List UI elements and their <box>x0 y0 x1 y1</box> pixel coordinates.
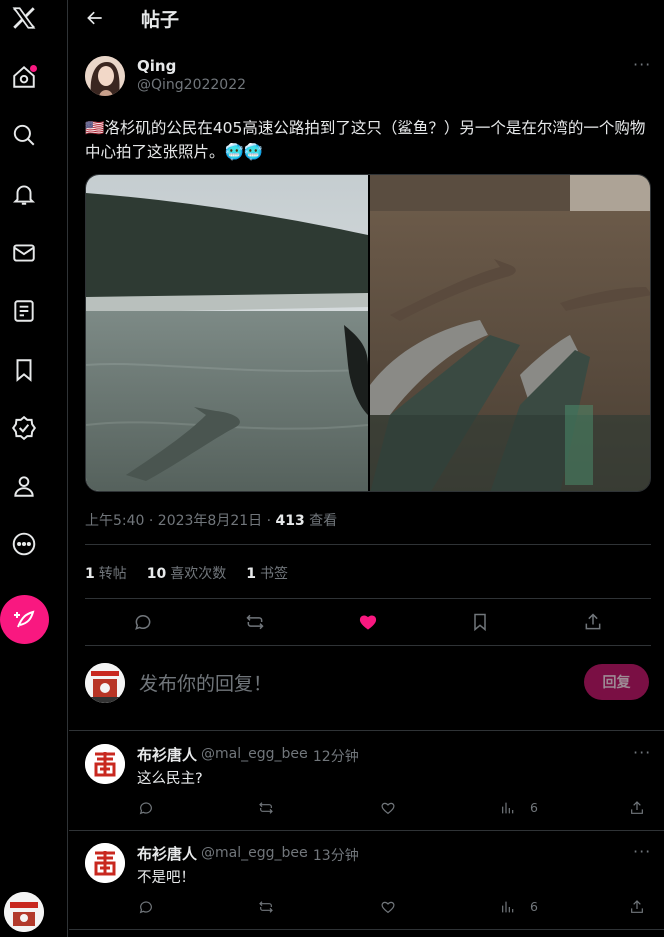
commenter-avatar[interactable] <box>85 843 125 883</box>
verified-icon[interactable] <box>0 404 48 452</box>
post-text: 🇺🇸洛杉矶的公民在405高速公路拍到了这只（鲨鱼？）另一个是在尔湾的一个购物中心… <box>85 116 655 164</box>
divider <box>69 929 664 930</box>
reply-icon[interactable] <box>131 610 155 634</box>
mall-shark-image[interactable] <box>370 175 650 491</box>
comment-more-icon[interactable]: ··· <box>633 844 655 863</box>
comment-like-icon[interactable] <box>379 898 397 916</box>
comment-reply-icon[interactable] <box>137 799 155 817</box>
bookmark-icon[interactable] <box>468 610 492 634</box>
my-avatar[interactable] <box>4 892 44 932</box>
notification-dot <box>30 65 37 72</box>
comment-text: 不是吧！ <box>137 870 195 886</box>
cold-face-emoji: 🥶🥶 <box>224 143 264 161</box>
divider <box>85 598 651 599</box>
compose-button[interactable] <box>0 595 49 644</box>
post-time[interactable]: 上午5:40 · 2023年8月21日 · <box>85 513 276 529</box>
more-icon[interactable] <box>0 520 48 568</box>
author-handle[interactable]: @Qing2022022 <box>137 77 246 93</box>
bookmark-icon[interactable] <box>0 346 48 394</box>
lists-icon[interactable] <box>0 287 48 335</box>
nav-rail <box>0 0 68 937</box>
reply-button[interactable]: 回复 <box>584 664 649 700</box>
engagement-stats: 1 转帖 10 喜欢次数 1 书签 <box>85 563 288 583</box>
divider <box>69 730 664 731</box>
us-flag-icon: 🇺🇸 <box>85 119 105 137</box>
view-label: 查看 <box>304 513 338 529</box>
comment-repost-icon[interactable] <box>257 799 275 817</box>
divider <box>69 830 664 831</box>
post-timestamp[interactable]: 上午5:40 · 2023年8月21日 · 413 查看 <box>85 510 337 530</box>
author-name[interactable]: Qing <box>137 57 176 75</box>
commenter-name[interactable]: 布衫唐人 <box>137 744 197 765</box>
post-more-icon[interactable]: ··· <box>633 57 655 76</box>
repost-icon[interactable] <box>243 610 267 634</box>
divider <box>85 645 651 646</box>
search-icon[interactable] <box>0 111 48 159</box>
home-icon[interactable] <box>0 53 48 101</box>
comment-more-icon[interactable]: ··· <box>633 745 655 764</box>
post-body: 洛杉矶的公民在405高速公路拍到了这只（鲨鱼？）另一个是在尔湾的一个购物中心拍了… <box>85 119 646 161</box>
comment-reply-icon[interactable] <box>137 898 155 916</box>
bell-icon[interactable] <box>0 170 48 218</box>
comment-like-icon[interactable] <box>379 799 397 817</box>
highway-shark-image[interactable] <box>86 175 369 491</box>
comment-repost-icon[interactable] <box>257 898 275 916</box>
likes-stat[interactable]: 10 喜欢次数 <box>147 563 226 583</box>
comment-share-icon[interactable] <box>628 898 646 916</box>
author-avatar[interactable] <box>85 56 125 96</box>
commenter-handle[interactable]: @mal_egg_bee <box>201 845 308 861</box>
reposts-stat[interactable]: 1 转帖 <box>85 563 127 583</box>
compose-icon <box>13 610 34 627</box>
commenter-name[interactable]: 布衫唐人 <box>137 843 197 864</box>
view-count: 413 <box>275 513 305 529</box>
commenter-handle[interactable]: @mal_egg_bee <box>201 746 308 762</box>
comment-text: 这么民主? <box>137 771 203 787</box>
comment-time[interactable]: · 12分钟 <box>304 746 359 766</box>
comment-views-icon[interactable] <box>499 898 517 916</box>
comment-time[interactable]: · 13分钟 <box>304 845 359 865</box>
bookmarks-stat[interactable]: 1 书签 <box>246 563 288 583</box>
mail-icon[interactable] <box>0 229 48 277</box>
profile-icon[interactable] <box>0 462 48 510</box>
arrow-left-icon <box>87 11 102 25</box>
page-title: 帖子 <box>141 9 180 31</box>
reply-input[interactable]: 发布你的回复！ <box>139 669 272 696</box>
comment-share-icon[interactable] <box>628 799 646 817</box>
x-logo-icon[interactable] <box>0 0 48 42</box>
post-media[interactable] <box>85 174 651 492</box>
divider <box>85 544 651 545</box>
composer-avatar <box>85 663 125 703</box>
commenter-avatar[interactable] <box>85 744 125 784</box>
like-icon[interactable] <box>356 610 380 634</box>
share-icon[interactable] <box>581 610 605 634</box>
comment-view-count: 6 <box>530 899 538 914</box>
comment-view-count: 6 <box>530 800 538 815</box>
back-button[interactable] <box>85 8 107 30</box>
comment-views-icon[interactable] <box>499 799 517 817</box>
